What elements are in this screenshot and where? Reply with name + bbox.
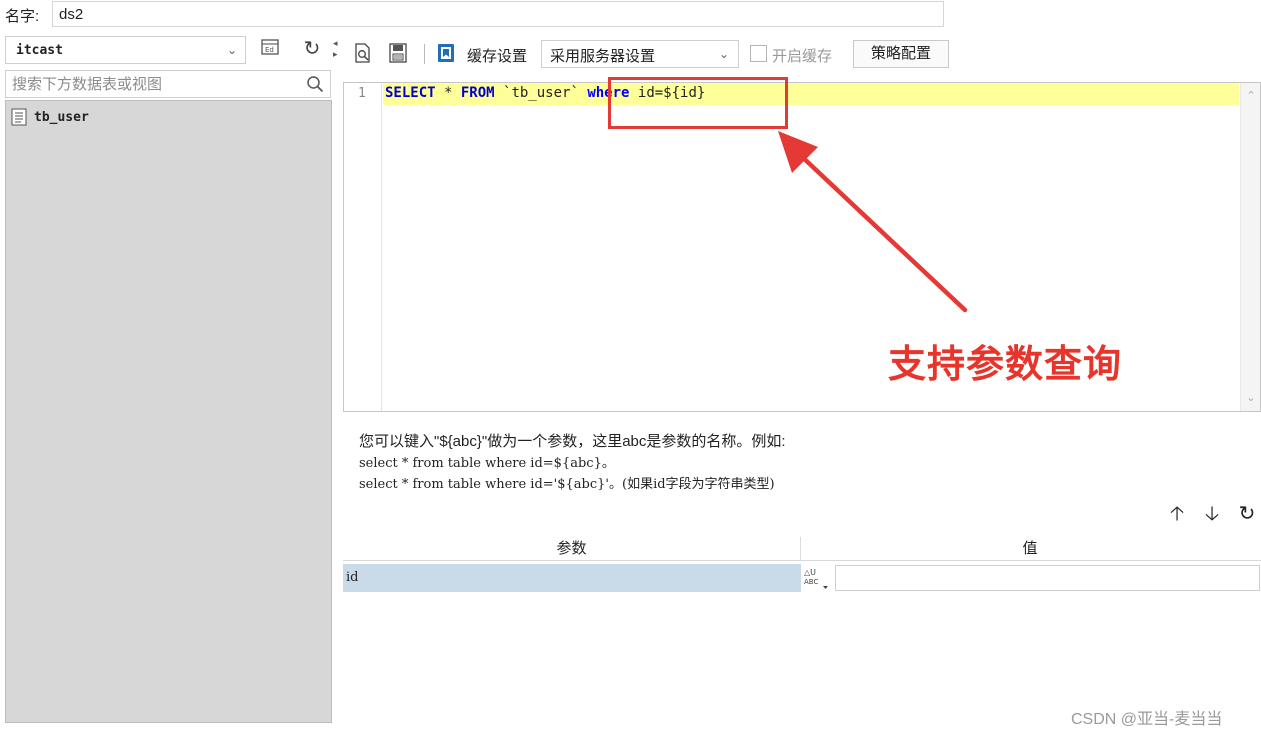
name-label: 名字: <box>5 8 40 25</box>
left-panel: itcast ⌄ Ed ↻ ◂▸ tb_user <box>0 34 340 734</box>
move-down-icon[interactable]: 🡣 <box>1201 503 1223 525</box>
param-name-cell[interactable]: id <box>343 564 801 592</box>
move-up-icon[interactable]: 🡡 <box>1166 503 1188 525</box>
annotation-arrow-icon <box>778 131 968 313</box>
table-search-box[interactable] <box>5 70 331 98</box>
table-item[interactable]: tb_user <box>11 107 89 127</box>
chevron-down-icon: ⌄ <box>226 43 238 57</box>
sql-star: * <box>435 85 461 101</box>
watermark: CSDN @亚当-麦当当 <box>1071 711 1223 728</box>
current-code-line[interactable]: SELECT * FROM `tb_user` where id=${id} <box>383 83 1239 105</box>
editor-toolbar: 缓存设置 采用服务器设置 ⌄ 开启缓存 策略配置 <box>345 38 1261 72</box>
help-line: 您可以键入"${abc}"做为一个参数，这里abc是参数的名称。例如: <box>359 433 786 450</box>
chevron-down-icon: ⌄ <box>718 47 730 61</box>
param-type-icon[interactable]: △U ABC <box>801 564 833 592</box>
table-name: tb_user <box>34 109 89 125</box>
save-icon[interactable] <box>387 42 409 64</box>
annotation-text: 支持参数查询 <box>888 342 1123 386</box>
dataset-name-input[interactable] <box>52 1 944 27</box>
cache-mode-value: 采用服务器设置 <box>550 48 656 65</box>
param-value-input[interactable] <box>835 565 1260 591</box>
table-search-input[interactable] <box>6 71 296 97</box>
name-row: 名字: <box>0 0 1261 32</box>
cache-settings-icon[interactable] <box>435 42 457 64</box>
scroll-up-icon[interactable]: ⌃ <box>1244 89 1258 103</box>
connection-select[interactable]: itcast ⌄ <box>5 36 246 64</box>
param-header-value: 值 <box>1022 540 1038 557</box>
search-icon[interactable] <box>306 75 324 93</box>
connection-select-value: itcast <box>16 43 63 58</box>
strategy-config-button[interactable]: 策略配置 <box>853 40 949 68</box>
sql-keyword-from: FROM <box>460 85 495 101</box>
help-example-line: select * from table where id='${abc}'。(如… <box>359 477 775 492</box>
line-number-gutter: 1 <box>344 83 382 411</box>
sql-keyword-select: SELECT <box>385 85 436 101</box>
sql-table: `tb_user` <box>494 85 588 101</box>
enable-cache-label: 开启缓存 <box>772 48 833 65</box>
svg-text:Ed: Ed <box>265 46 274 54</box>
preview-icon[interactable] <box>352 42 374 64</box>
table-icon <box>11 108 27 126</box>
help-example-line: select * from table where id=${abc}。 <box>359 456 615 471</box>
param-header-name: 参数 <box>343 537 801 561</box>
table-list: tb_user <box>5 100 332 723</box>
parameter-table-header: 参数 值 <box>343 537 1261 561</box>
edit-connection-button[interactable]: Ed <box>256 36 284 64</box>
cache-settings-label: 缓存设置 <box>467 48 528 65</box>
line-number: 1 <box>358 86 366 101</box>
collapse-handle[interactable]: ◂ ▸ <box>333 38 339 60</box>
editor-scrollbar[interactable]: ⌃ ⌄ <box>1240 83 1260 411</box>
parameter-help: 您可以键入"${abc}"做为一个参数，这里abc是参数的名称。例如: sele… <box>359 430 1239 494</box>
scroll-down-icon[interactable]: ⌄ <box>1244 391 1258 405</box>
annotation-highlight-box <box>608 77 788 129</box>
table-row[interactable]: id △U ABC <box>343 564 1261 592</box>
enable-cache-checkbox[interactable] <box>750 45 767 62</box>
edit-connection-icon: Ed <box>261 39 279 55</box>
refresh-icon[interactable]: ↻ <box>298 36 326 64</box>
refresh-icon[interactable]: ↻ <box>1236 503 1258 525</box>
svg-text:ABC: ABC <box>804 578 818 586</box>
cache-mode-select[interactable]: 采用服务器设置 ⌄ <box>541 40 739 68</box>
svg-text:△U: △U <box>804 568 816 577</box>
toolbar-separator <box>424 44 425 64</box>
